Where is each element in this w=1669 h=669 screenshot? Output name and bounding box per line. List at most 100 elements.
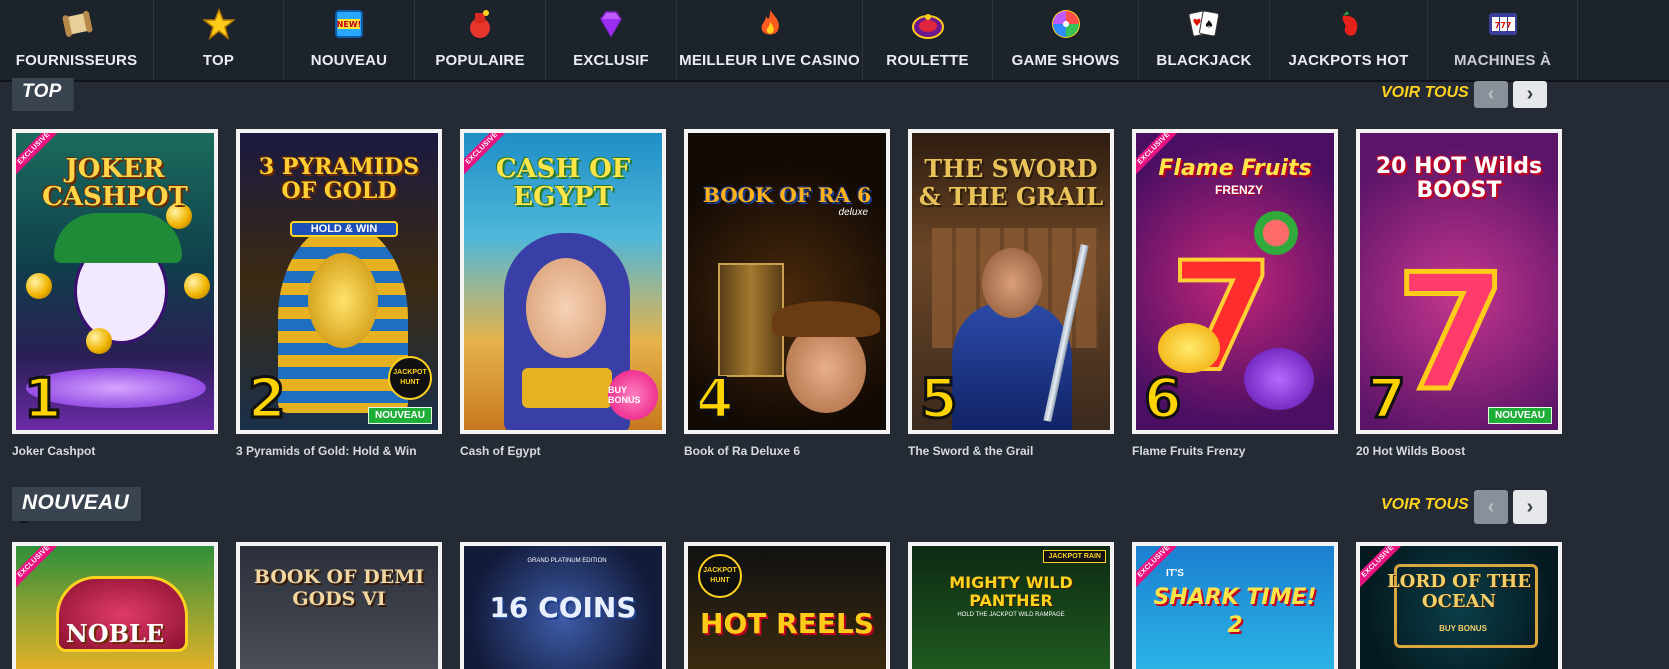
game-thumbnail[interactable]: 7 Flame Fruits FRENZY EXCLUSIVE 6 (1132, 129, 1338, 434)
game-name[interactable]: 3 Pyramids of Gold: Hold & Win (236, 444, 442, 458)
game-subtitle: FRENZY (1215, 183, 1263, 197)
roulette-icon (910, 6, 946, 42)
game-thumbnail[interactable]: BOOK OF RA 6 deluxe 4 (684, 129, 890, 434)
scroll-icon (59, 6, 95, 42)
game-thumbnail[interactable]: NOBLE EXCLUSIVE (12, 542, 218, 669)
nav-label: MACHINES À (1453, 52, 1551, 69)
game-card[interactable]: JACKPOT RAIN MIGHTY WILD PANTHER HOLD TH… (908, 542, 1114, 669)
game-subtitle: deluxe (838, 207, 868, 218)
game-card[interactable]: LORD OF THE OCEAN BUY BONUS EXCLUSIVE (1356, 542, 1562, 669)
game-card[interactable]: 7 Flame Fruits FRENZY EXCLUSIVE 6 Flame … (1132, 129, 1338, 458)
game-card[interactable]: JACKPOT HUNT HOT REELS (684, 542, 890, 669)
cleopatra-face (526, 258, 606, 358)
game-card[interactable]: GRAND PLATINUM EDITION 16 COINS (460, 542, 666, 669)
game-logo: 16 COINS (489, 591, 637, 624)
game-name[interactable]: Joker Cashpot (12, 444, 218, 458)
game-logo: 20 HOT Wilds BOOST (1375, 154, 1543, 203)
game-logo: MIGHTY WILD PANTHER (949, 573, 1073, 610)
game-thumbnail[interactable]: 7 20 HOT Wilds BOOST NOUVEAU 7 (1356, 129, 1562, 434)
buy-bonus-seal: BUY BONUS (608, 370, 658, 420)
carousel-next-button[interactable]: › (1513, 490, 1547, 524)
svg-text:NEW!: NEW! (337, 20, 362, 29)
section-title-top: TOP (12, 78, 74, 111)
voir-tous-nouveau-link[interactable]: VOIR TOUS (1381, 496, 1469, 514)
carousel-prev-button[interactable]: ‹ (1474, 490, 1508, 524)
game-name[interactable]: The Sword & the Grail (908, 444, 1114, 458)
jackpot-hunt-seal: JACKPOT HUNT (698, 554, 742, 598)
new-badge-icon: NEW! (331, 6, 367, 42)
game-thumbnail[interactable]: JOKER CASHPOT EXCLUSIVE 1 (12, 129, 218, 434)
rank-number: 7 (1367, 367, 1408, 430)
game-thumbnail[interactable]: LORD OF THE OCEAN BUY BONUS EXCLUSIVE (1356, 542, 1562, 669)
nouveau-badge: NOUVEAU (1487, 407, 1552, 424)
game-card[interactable]: CASH OF EGYPT BUY BONUS EXCLUSIVE Cash o… (460, 129, 666, 458)
nav-item-meilleur-live-casino[interactable]: MEILLEUR LIVE CASINO (677, 0, 863, 80)
pharaoh-face (308, 253, 378, 348)
game-card[interactable]: 7 20 HOT Wilds BOOST NOUVEAU 7 20 Hot Wi… (1356, 129, 1562, 458)
nav-item-nouveau[interactable]: NEW! NOUVEAU (284, 0, 415, 80)
game-name[interactable]: Book of Ra Deluxe 6 (684, 444, 890, 458)
new-games-row: NOBLE EXCLUSIVE BOOK OF DEMI GODS VI GRA… (12, 542, 1562, 669)
game-thumbnail[interactable]: GRAND PLATINUM EDITION 16 COINS (460, 542, 666, 669)
game-logo: JOKER CASHPOT (42, 154, 188, 212)
seven-symbol: 7 (1393, 239, 1509, 426)
game-logo: HOT REELS (700, 607, 874, 640)
nav-label: NOUVEAU (310, 52, 388, 69)
nav-fade (1579, 0, 1669, 80)
watermelon (1254, 211, 1298, 255)
game-thumbnail[interactable]: JACKPOT RAIN MIGHTY WILD PANTHER HOLD TH… (908, 542, 1114, 669)
dynamite-icon (462, 6, 498, 42)
game-card[interactable]: THE SWORD & THE GRAIL 5 The Sword & the … (908, 129, 1114, 458)
nav-item-top[interactable]: TOP (154, 0, 284, 80)
nav-item-roulette[interactable]: ROULETTE (863, 0, 993, 80)
game-thumbnail[interactable]: CASH OF EGYPT BUY BONUS EXCLUSIVE (460, 129, 666, 434)
nav-item-machines[interactable]: 777 MACHINES À (1428, 0, 1578, 80)
game-card[interactable]: JOKER CASHPOT EXCLUSIVE 1 Joker Cashpot (12, 129, 218, 458)
game-thumbnail[interactable]: THE SWORD & THE GRAIL 5 (908, 129, 1114, 434)
nav-item-jackpots-hot[interactable]: JACKPOTS HOT (1270, 0, 1428, 80)
nouveau-badge: NOUVEAU (367, 407, 432, 424)
nav-item-populaire[interactable]: POPULAIRE (415, 0, 546, 80)
voir-tous-top-link[interactable]: VOIR TOUS (1381, 84, 1469, 102)
grapes (1244, 348, 1314, 410)
game-thumbnail[interactable]: 3 PYRAMIDS OF GOLD HOLD & WIN JACKPOT HU… (236, 129, 442, 434)
game-logo: BOOK OF RA 6 (702, 183, 872, 207)
coin (184, 273, 210, 299)
nav-label: TOP (202, 52, 235, 69)
nav-item-exclusif[interactable]: EXCLUSIF (546, 0, 677, 80)
carousel-next-button[interactable]: › (1513, 81, 1547, 108)
nav-label: BLACKJACK (1156, 52, 1252, 69)
game-logo: Flame Fruits (1158, 156, 1312, 181)
carousel-prev-button[interactable]: ‹ (1474, 81, 1508, 108)
nav-item-fournisseurs[interactable]: FOURNISSEURS (0, 0, 154, 80)
chevron-right-icon: › (1526, 83, 1534, 105)
nav-label: POPULAIRE (435, 52, 525, 69)
category-nav: FOURNISSEURS TOP NEW! NOUVEAU POPULAIRE … (0, 0, 1669, 82)
game-thumbnail[interactable]: BOOK OF DEMI GODS VI (236, 542, 442, 669)
game-logo: SHARK TIME! 2 (1153, 585, 1317, 638)
game-name[interactable]: Flame Fruits Frenzy (1132, 444, 1338, 458)
game-name[interactable]: Cash of Egypt (460, 444, 666, 458)
game-thumbnail[interactable]: JACKPOT HUNT HOT REELS (684, 542, 890, 669)
game-card[interactable]: IT'S SHARK TIME! 2 EXCLUSIVE (1132, 542, 1338, 669)
game-logo: THE SWORD & THE GRAIL (918, 154, 1104, 211)
svg-text:♠: ♠ (1204, 18, 1214, 31)
game-logo: LORD OF THE OCEAN (1386, 571, 1532, 612)
game-card[interactable]: 3 PYRAMIDS OF GOLD HOLD & WIN JACKPOT HU… (236, 129, 442, 458)
game-name[interactable]: 20 Hot Wilds Boost (1356, 444, 1562, 458)
game-subtitle: GRAND PLATINUM EDITION (527, 558, 607, 564)
game-thumbnail[interactable]: IT'S SHARK TIME! 2 EXCLUSIVE (1132, 542, 1338, 669)
game-card[interactable]: NOBLE EXCLUSIVE (12, 542, 218, 669)
explorer-hat (772, 301, 880, 337)
wheel-icon (1048, 6, 1084, 42)
game-card[interactable]: BOOK OF DEMI GODS VI (236, 542, 442, 669)
game-card[interactable]: BOOK OF RA 6 deluxe 4 Book of Ra Deluxe … (684, 129, 890, 458)
nav-item-game-shows[interactable]: GAME SHOWS (993, 0, 1139, 80)
jackpot-rain-badge: JACKPOT RAIN (1043, 550, 1106, 563)
chevron-left-icon: ‹ (1487, 83, 1495, 105)
nav-label: JACKPOTS HOT (1288, 52, 1409, 69)
fire-icon (752, 6, 788, 42)
nav-item-blackjack[interactable]: ♠ ♥ BLACKJACK (1139, 0, 1270, 80)
diamond-icon (593, 6, 629, 42)
game-logo: NOBLE (65, 619, 165, 648)
